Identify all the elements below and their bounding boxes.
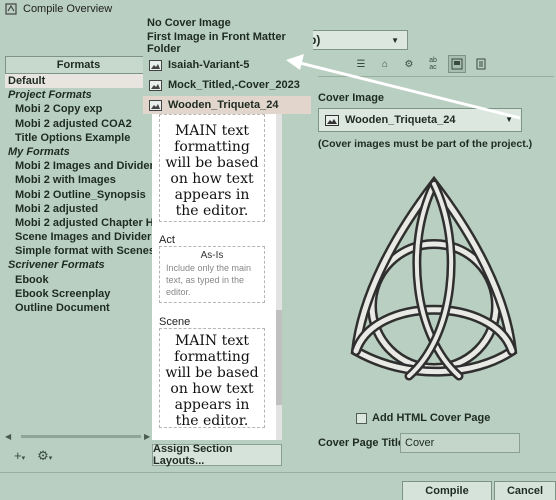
menu-item-label: No Cover Image	[147, 17, 231, 29]
format-group-my: My Formats	[8, 145, 70, 158]
section-layouts-scrollbar[interactable]	[276, 112, 282, 440]
add-html-cover-checkbox[interactable]	[356, 412, 367, 424]
add-html-cover-page-option[interactable]: Add HTML Cover Page	[356, 412, 490, 424]
layout-preview-text: MAIN text formatting will be based on ho…	[165, 123, 259, 219]
menu-item-label: First Image in Front Matter Folder	[147, 31, 286, 55]
footer-divider	[0, 472, 556, 473]
formats-tools: +▾ ⚙▾	[14, 448, 52, 464]
layout-card-as-is[interactable]: As-Is Include only the main text, as typ…	[159, 246, 265, 303]
menu-item-label: Isaiah-Variant-5	[168, 59, 250, 71]
formats-header: Formats	[5, 56, 152, 74]
cover-image-note: (Cover images must be part of the projec…	[318, 138, 533, 150]
toolbar-divider	[318, 76, 554, 77]
add-html-cover-label: Add HTML Cover Page	[372, 412, 491, 424]
tag-icon[interactable]: ⌂	[376, 55, 394, 73]
cover-image-preview-triquetra	[350, 176, 518, 381]
scroll-track[interactable]	[21, 435, 141, 438]
section-layouts-panel: MAIN text formatting will be based on ho…	[152, 112, 282, 440]
compile-options-toolbar: ☰ ⌂ ⚙ ab ac	[352, 55, 490, 73]
format-group-project: Project Formats	[8, 89, 92, 102]
cover-image-value: Wooden_Triqueta_24	[345, 114, 456, 126]
format-row-default[interactable]: Default	[5, 74, 152, 89]
cover-image-menu: No Cover Image First Image in Front Matt…	[143, 12, 313, 114]
menu-item-label: Mock_Titled,-Cover_2023	[168, 79, 300, 91]
format-row[interactable]: Ebook Screenplay	[5, 287, 152, 301]
cover-page-title-label: Cover Page Title:	[318, 437, 408, 449]
assign-section-layouts-button[interactable]: Assign Section Layouts...	[152, 443, 282, 467]
layout-card-main-text-scene[interactable]: MAIN text formatting will be based on ho…	[159, 328, 265, 429]
section-type-scene-label: Scene	[159, 316, 191, 328]
document-icon[interactable]	[472, 55, 490, 73]
menu-item-mock-titled[interactable]: Mock_Titled,-Cover_2023	[143, 76, 311, 94]
scroll-thumb[interactable]	[276, 310, 282, 405]
image-icon	[149, 99, 162, 111]
menu-item-isaiah-variant[interactable]: Isaiah-Variant-5	[143, 56, 311, 74]
format-row[interactable]: Mobi 2 Images and Dividers	[5, 159, 152, 173]
scroll-right-icon[interactable]: ▶	[144, 432, 150, 441]
abc-replace-icon[interactable]: ab ac	[424, 55, 442, 73]
cover-image-dropdown[interactable]: Wooden_Triqueta_24 ▼	[318, 108, 522, 132]
layout-preview-text: MAIN text formatting will be based on ho…	[165, 333, 259, 429]
add-format-icon[interactable]: +▾	[14, 448, 25, 464]
scroll-left-icon[interactable]: ◀	[5, 432, 11, 441]
format-row[interactable]: Mobi 2 with Images	[5, 173, 152, 187]
format-row[interactable]: Mobi 2 adjusted Chapter Hea	[5, 216, 152, 230]
layout-card-main-text[interactable]: MAIN text formatting will be based on ho…	[159, 114, 265, 222]
as-is-title: As-Is	[200, 250, 224, 261]
cover-image-label: Cover Image	[318, 92, 385, 104]
format-row[interactable]: Mobi 2 adjusted COA2	[5, 117, 152, 131]
format-row[interactable]: Mobi 2 Outline_Synopsis	[5, 188, 152, 202]
cancel-button[interactable]: Cancel	[494, 481, 556, 500]
image-icon	[149, 79, 162, 91]
cover-image-icon[interactable]	[448, 55, 466, 73]
cover-page-title-input[interactable]: Cover	[400, 433, 520, 453]
menu-item-label: Wooden_Triqueta_24	[168, 99, 279, 111]
image-icon	[149, 59, 162, 71]
window-title: Compile Overview	[23, 3, 113, 15]
format-row[interactable]: Outline Document	[5, 301, 152, 315]
formats-horizontal-scrollbar[interactable]: ◀ ▶	[5, 432, 152, 441]
format-row[interactable]: Scene Images and Dividers	[5, 230, 152, 244]
format-group-scrivener: Scrivener Formats	[8, 259, 105, 272]
as-is-description: Include only the main text, as typed in …	[166, 263, 252, 297]
formats-list: Default Project Formats Mobi 2 Copy exp …	[5, 74, 152, 430]
section-type-act-label: Act	[159, 234, 175, 246]
compile-button[interactable]: Compile	[402, 481, 492, 500]
scrivener-app-icon	[5, 3, 17, 15]
menu-item-wooden-triqueta[interactable]: Wooden_Triqueta_24	[143, 96, 311, 114]
format-row[interactable]: Title Options Example	[5, 131, 152, 145]
list-icon[interactable]: ☰	[352, 55, 370, 73]
chevron-down-icon: ▼	[391, 35, 399, 45]
compile-overview-window: Compile Overview b) ▼ Formats Default Pr…	[0, 0, 556, 500]
format-row[interactable]: Mobi 2 adjusted	[5, 202, 152, 216]
format-row[interactable]: Ebook	[5, 273, 152, 287]
gear-menu-icon[interactable]: ⚙▾	[37, 448, 52, 464]
format-row[interactable]: Simple format with Scenes w	[5, 244, 152, 258]
compile-for-dropdown[interactable]: b) ▼	[300, 30, 408, 50]
format-row[interactable]: Mobi 2 Copy exp	[5, 102, 152, 116]
image-icon	[325, 114, 339, 126]
gear-icon[interactable]: ⚙	[400, 55, 418, 73]
chevron-down-icon: ▼	[505, 115, 513, 124]
menu-item-first-image[interactable]: First Image in Front Matter Folder	[143, 31, 311, 55]
menu-item-no-cover[interactable]: No Cover Image	[143, 14, 311, 32]
